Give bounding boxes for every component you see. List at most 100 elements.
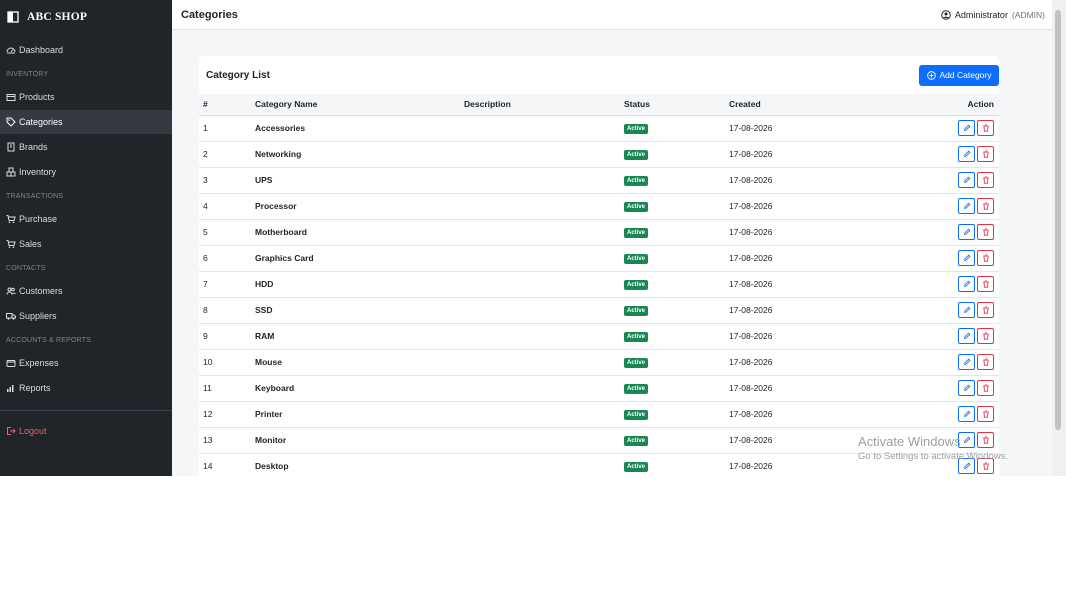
delete-button[interactable] (977, 406, 994, 422)
edit-button[interactable] (958, 250, 975, 266)
main-content: Categories Administrator (ADMIN) Categor… (172, 0, 1066, 476)
created-date: 17-08-2026 (729, 427, 904, 454)
sidebar-item-logout[interactable]: Logout (0, 419, 172, 443)
user-menu[interactable]: Administrator (ADMIN) (941, 10, 1045, 20)
edit-button[interactable] (958, 406, 975, 422)
truck-icon (6, 313, 16, 320)
sidebar-item-label: Customers (19, 286, 63, 296)
row-number: 3 (199, 167, 255, 194)
edit-button[interactable] (958, 328, 975, 344)
table-row: 7 HDD Active 17-08-2026 (199, 271, 999, 298)
page-scrollbar[interactable] (1052, 0, 1066, 476)
sidebar-item-categories[interactable]: Categories (0, 110, 172, 134)
action-cell (904, 401, 999, 428)
delete-button[interactable] (977, 328, 994, 344)
edit-button[interactable] (958, 224, 975, 240)
delete-button[interactable] (977, 354, 994, 370)
sidebar-item-sales[interactable]: Sales (0, 232, 172, 256)
delete-button[interactable] (977, 120, 994, 136)
category-table: # Category Name Description Status Creat… (199, 94, 999, 476)
category-name: Processor (255, 193, 464, 220)
status-badge: Active (624, 306, 649, 316)
sidebar-item-customers[interactable]: Customers (0, 279, 172, 303)
status-badge: Active (624, 332, 649, 342)
sidebar-item-expenses[interactable]: Expenses (0, 351, 172, 375)
category-name: Motherboard (255, 219, 464, 246)
action-cell (904, 245, 999, 272)
delete-button[interactable] (977, 198, 994, 214)
status-badge: Active (624, 254, 649, 264)
delete-button[interactable] (977, 172, 994, 188)
cart-icon (6, 240, 16, 249)
status-badge: Active (624, 410, 649, 420)
sidebar-item-suppliers[interactable]: Suppliers (0, 304, 172, 328)
row-number: 1 (199, 115, 255, 142)
trash-icon (982, 176, 989, 184)
created-date: 17-08-2026 (729, 349, 904, 376)
delete-button[interactable] (977, 458, 994, 474)
pencil-icon (963, 150, 970, 158)
edit-button[interactable] (958, 380, 975, 396)
edit-button[interactable] (958, 432, 975, 448)
edit-button[interactable] (958, 198, 975, 214)
created-date: 17-08-2026 (729, 219, 904, 246)
category-name: RAM (255, 323, 464, 350)
action-cell (904, 219, 999, 246)
speedometer-icon (6, 47, 16, 54)
status-cell: Active (624, 245, 729, 272)
delete-button[interactable] (977, 302, 994, 318)
section-transactions: TRANSACTIONS (6, 192, 64, 200)
trash-icon (982, 332, 989, 340)
delete-button[interactable] (977, 432, 994, 448)
delete-button[interactable] (977, 276, 994, 292)
edit-button[interactable] (958, 120, 975, 136)
sidebar-item-dashboard[interactable]: Dashboard (0, 38, 172, 62)
action-cell (904, 323, 999, 350)
add-category-button[interactable]: Add Category (919, 64, 999, 86)
category-description (464, 375, 624, 402)
column-header-name: Category Name (255, 94, 464, 116)
sidebar-item-label: Purchase (19, 214, 58, 224)
sidebar-item-reports[interactable]: Reports (0, 376, 172, 400)
sidebar-item-purchase[interactable]: Purchase (0, 207, 172, 231)
delete-button[interactable] (977, 380, 994, 396)
row-actions (904, 276, 994, 292)
created-date: 17-08-2026 (729, 375, 904, 402)
sidebar-item-products[interactable]: Products (0, 85, 172, 109)
edit-button[interactable] (958, 146, 975, 162)
pencil-icon (963, 332, 970, 340)
action-cell (904, 193, 999, 220)
edit-button[interactable] (958, 172, 975, 188)
building-icon (7, 142, 15, 152)
column-header-description: Description (464, 94, 624, 116)
status-cell: Active (624, 349, 729, 376)
column-header-number: # (199, 94, 255, 116)
category-name: SSD (255, 297, 464, 324)
delete-button[interactable] (977, 224, 994, 240)
row-number: 2 (199, 141, 255, 168)
pencil-icon (963, 358, 970, 366)
edit-button[interactable] (958, 302, 975, 318)
row-number: 9 (199, 323, 255, 350)
status-badge: Active (624, 124, 649, 134)
edit-button[interactable] (958, 354, 975, 370)
created-date: 17-08-2026 (729, 323, 904, 350)
pencil-icon (963, 462, 970, 470)
sidebar: ABC SHOP Dashboard INVENTORY Products Ca… (0, 0, 172, 476)
edit-button[interactable] (958, 458, 975, 474)
sidebar-item-inventory[interactable]: Inventory (0, 160, 172, 184)
category-description (464, 271, 624, 298)
table-row: 11 Keyboard Active 17-08-2026 (199, 375, 999, 402)
delete-button[interactable] (977, 146, 994, 162)
status-cell: Active (624, 297, 729, 324)
status-cell: Active (624, 193, 729, 220)
sidebar-item-label: Inventory (19, 167, 57, 177)
delete-button[interactable] (977, 250, 994, 266)
edit-button[interactable] (958, 276, 975, 292)
sidebar-item-brands[interactable]: Brands (0, 135, 172, 159)
scrollbar-thumb[interactable] (1055, 10, 1061, 430)
brand[interactable]: ABC SHOP (0, 0, 172, 34)
row-actions (904, 432, 994, 448)
table-row: 2 Networking Active 17-08-2026 (199, 141, 999, 168)
category-name: Accessories (255, 115, 464, 142)
